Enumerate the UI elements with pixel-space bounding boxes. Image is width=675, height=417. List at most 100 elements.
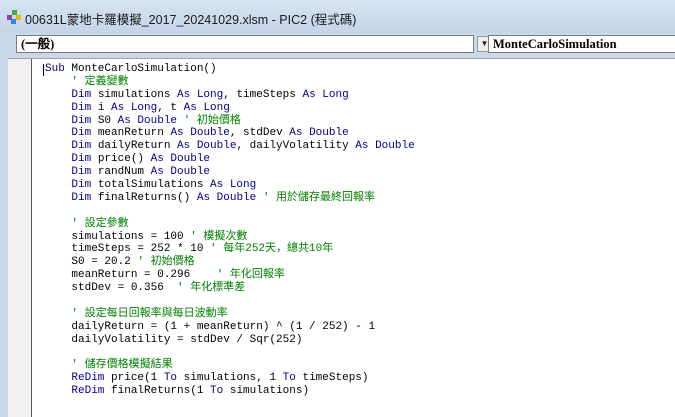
code-line[interactable]: ReDim price(1 To simulations, 1 To timeS… xyxy=(45,372,415,385)
code-comment: ' 定義變數 xyxy=(71,75,129,88)
code-line[interactable]: S0 = 20.2 ' 初始價格 xyxy=(45,256,415,269)
code-line[interactable]: Dim finalReturns() As Double ' 用於儲存最終回報率 xyxy=(45,192,415,205)
code-keyword: Dim xyxy=(71,179,98,192)
code-line[interactable]: Dim meanReturn As Double, stdDev As Doub… xyxy=(45,127,415,140)
code-keyword: To xyxy=(163,372,184,385)
code-line[interactable]: timeSteps = 252 * 10 ' 每年252天，總共10年 xyxy=(45,243,415,256)
code-keyword: Dim xyxy=(71,166,98,179)
code-keyword: As Double xyxy=(355,140,415,153)
code-keyword: As Long xyxy=(210,179,257,192)
code-keyword: As Double xyxy=(150,166,211,179)
code-line[interactable]: Dim price() As Double xyxy=(45,153,415,166)
code-text: meanReturn xyxy=(97,127,171,140)
code-text: S0 = 20.2 xyxy=(45,256,138,269)
code-line[interactable] xyxy=(45,347,415,360)
code-text: randNum xyxy=(97,166,151,179)
code-line[interactable]: dailyReturn = (1 + meanReturn) ^ (1 / 25… xyxy=(45,321,415,334)
code-keyword: Dim xyxy=(71,88,98,101)
code-keyword: Dim xyxy=(71,153,98,166)
code-line[interactable]: Sub MonteCarloSimulation() xyxy=(45,63,415,76)
code-text: simulations = 100 xyxy=(45,230,191,243)
code-keyword: As Long xyxy=(177,88,224,101)
code-line[interactable]: Dim i As Long, t As Long xyxy=(45,102,415,115)
code-keyword: Dim xyxy=(71,114,98,127)
code-line[interactable] xyxy=(45,295,415,308)
code-line[interactable]: dailyVolatility = stdDev / Sqr(252) xyxy=(45,334,415,347)
code-text: timeSteps) xyxy=(302,372,369,385)
code-text: dailyVolatility = stdDev / Sqr(252) xyxy=(45,333,303,346)
code-comment: ' 儲存價格模擬結果 xyxy=(71,359,173,372)
code-editor[interactable]: Sub MonteCarloSimulation() ' 定義變數 Dim si… xyxy=(8,58,675,417)
code-comment: ' 設定每日回報率與每日波動率 xyxy=(71,307,228,320)
code-text: dailyReturn xyxy=(97,140,178,153)
object-dropdown[interactable]: (一般) xyxy=(16,35,474,53)
code-line[interactable]: ReDim finalReturns(1 To simulations) xyxy=(45,385,415,398)
title-bar: 00631L蒙地卡羅模擬_2017_20241029.xlsm - PIC2 (… xyxy=(0,0,675,33)
code-keyword: To xyxy=(210,385,230,398)
procedure-dropdown[interactable]: MonteCarloSimulation xyxy=(488,35,675,53)
code-keyword: Sub xyxy=(45,63,72,75)
code-line[interactable] xyxy=(45,205,415,218)
code-keyword: ReDim xyxy=(71,385,112,398)
code-keyword: Dim xyxy=(71,101,98,114)
code-line[interactable]: Dim totalSimulations As Long xyxy=(45,179,415,192)
code-line[interactable]: simulations = 100 ' 模擬次數 xyxy=(45,231,415,244)
code-line[interactable]: Dim randNum As Double xyxy=(45,166,415,179)
code-text: finalReturns() xyxy=(97,191,197,204)
code-comment: ' 年化回報率 xyxy=(216,269,285,282)
code-line[interactable]: ' 儲存價格模擬結果 xyxy=(45,359,415,372)
code-text: meanReturn = 0.296 xyxy=(45,269,217,282)
code-comment: ' 年化標準差 xyxy=(177,282,246,295)
code-line[interactable]: ' 設定每日回報率與每日波動率 xyxy=(45,308,415,321)
code-keyword: Dim xyxy=(71,127,98,140)
code-keyword: To xyxy=(282,372,303,385)
code-comment: ' 用於儲存最終回報率 xyxy=(262,191,376,204)
code-text: simulations, 1 xyxy=(183,372,283,385)
code-text[interactable]: Sub MonteCarloSimulation() ' 定義變數 Dim si… xyxy=(45,63,415,398)
text-cursor xyxy=(43,64,44,76)
code-keyword: As Long xyxy=(302,88,349,101)
code-text: totalSimulations xyxy=(97,179,211,192)
code-comment: ' 每年252天，總共10年 xyxy=(210,243,334,256)
code-text: price() xyxy=(97,153,151,166)
code-keyword: As Long xyxy=(183,101,230,114)
code-text: S0 xyxy=(97,114,118,127)
code-keyword: As Double xyxy=(117,114,184,127)
code-keyword: Dim xyxy=(71,191,98,204)
code-line[interactable]: meanReturn = 0.296 ' 年化回報率 xyxy=(45,269,415,282)
code-comment: ' 設定參數 xyxy=(71,217,129,230)
code-text: , stdDev xyxy=(229,127,290,140)
code-line[interactable]: Dim S0 As Double ' 初始價格 xyxy=(45,115,415,128)
vba-project-icon xyxy=(7,10,21,24)
code-keyword: As Double xyxy=(196,191,263,204)
code-comment: ' 模擬次數 xyxy=(190,230,248,243)
code-text: finalReturns(1 xyxy=(111,385,211,398)
code-line[interactable]: ' 定義變數 xyxy=(45,76,415,89)
code-keyword: As Long xyxy=(111,101,158,114)
code-line[interactable]: stdDev = 0.356 ' 年化標準差 xyxy=(45,282,415,295)
code-keyword: As Double xyxy=(177,140,237,153)
code-keyword: As Double xyxy=(170,127,230,140)
code-line[interactable]: Dim simulations As Long, timeSteps As Lo… xyxy=(45,89,415,102)
margin-indicator-bar[interactable] xyxy=(8,59,32,417)
code-line[interactable]: Dim dailyReturn As Double, dailyVolatili… xyxy=(45,140,415,153)
code-keyword: ReDim xyxy=(71,372,112,385)
window-title: 00631L蒙地卡羅模擬_2017_20241029.xlsm - PIC2 (… xyxy=(25,13,357,27)
code-keyword: As Double xyxy=(150,153,211,166)
code-line[interactable]: ' 設定參數 xyxy=(45,218,415,231)
code-text: simulations xyxy=(97,88,178,101)
